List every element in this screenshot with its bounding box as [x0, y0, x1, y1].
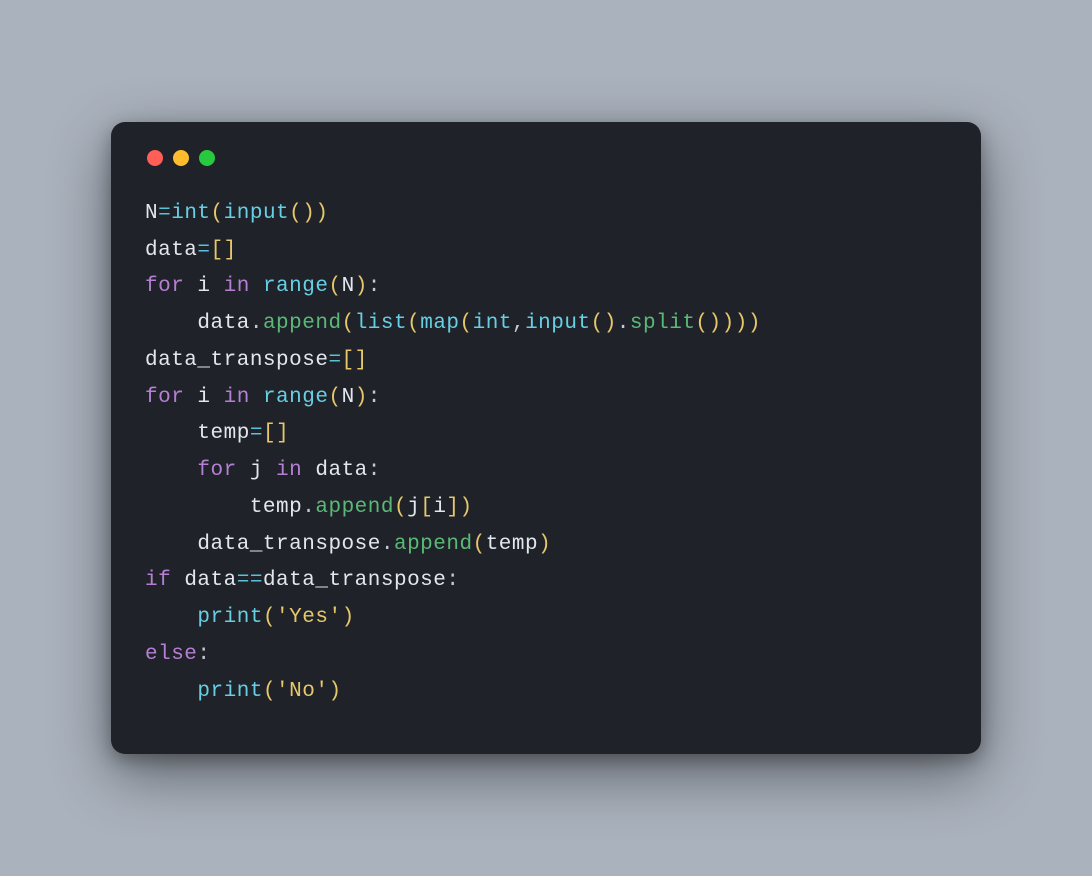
code-line: temp=[] [145, 422, 289, 445]
code-line: for i in range(N): [145, 386, 381, 409]
code-line: else: [145, 643, 211, 666]
code-block: N=int(input()) data=[] for i in range(N)… [145, 196, 947, 711]
close-icon[interactable] [147, 150, 163, 166]
minimize-icon[interactable] [173, 150, 189, 166]
code-line: print('Yes') [145, 606, 355, 629]
code-window: N=int(input()) data=[] for i in range(N)… [111, 122, 981, 755]
code-line: for i in range(N): [145, 275, 381, 298]
code-line: if data==data_transpose: [145, 569, 460, 592]
code-line: data=[] [145, 239, 237, 262]
code-line: for j in data: [145, 459, 381, 482]
code-line: N=int(input()) [145, 202, 328, 225]
window-controls [147, 150, 947, 166]
code-line: data_transpose.append(temp) [145, 533, 551, 556]
code-line: data.append(list(map(int,input().split()… [145, 312, 761, 335]
code-line: print('No') [145, 680, 342, 703]
code-line: temp.append(j[i]) [145, 496, 473, 519]
code-line: data_transpose=[] [145, 349, 368, 372]
zoom-icon[interactable] [199, 150, 215, 166]
